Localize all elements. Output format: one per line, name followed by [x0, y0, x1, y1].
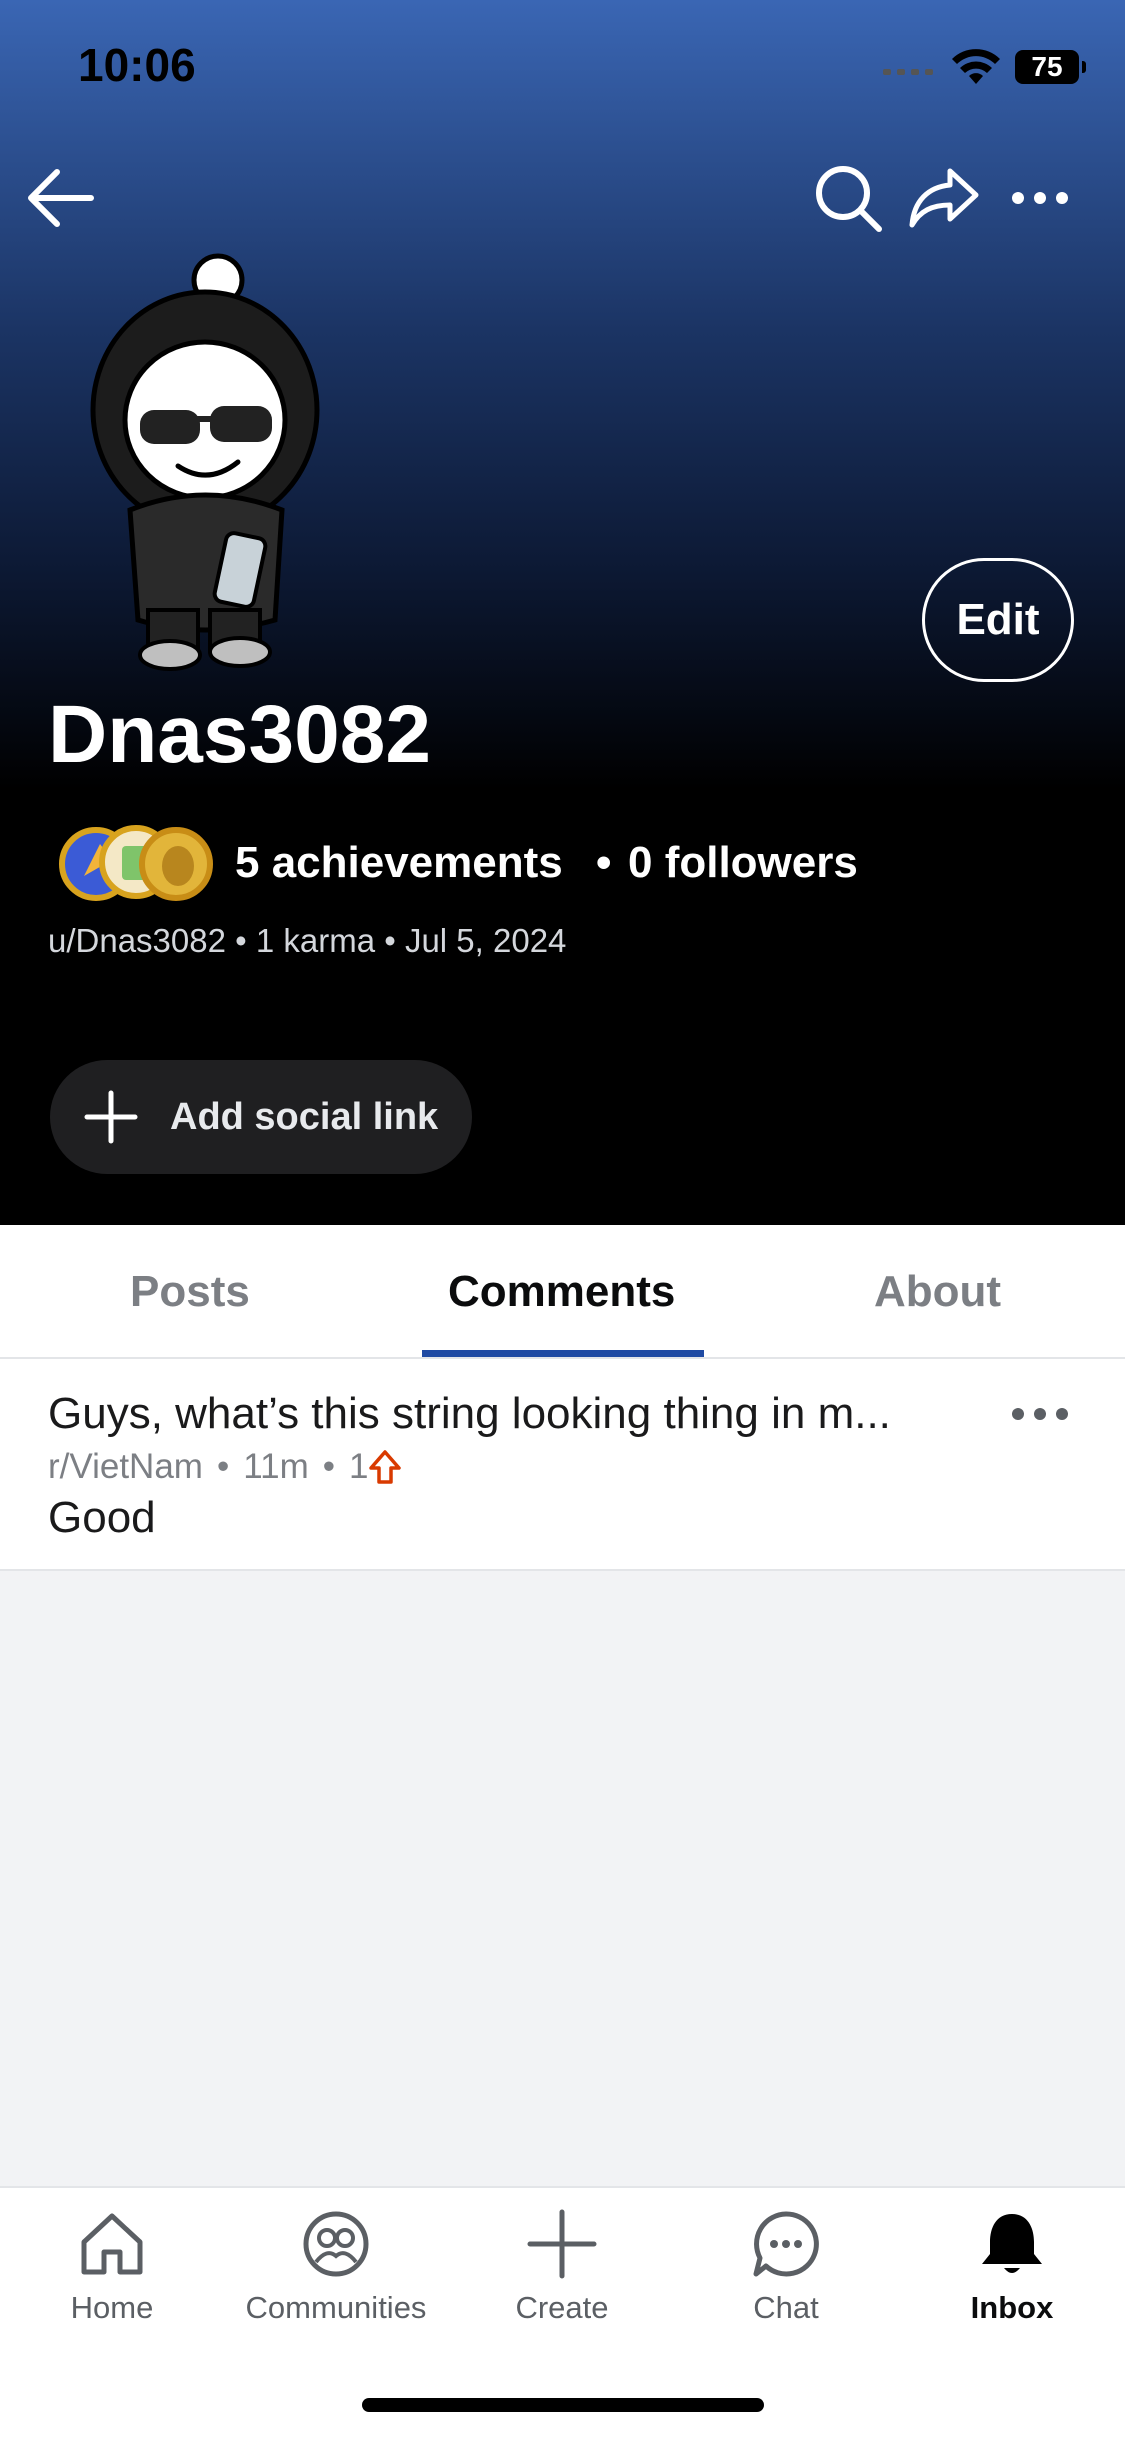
nav-home[interactable]: Home: [2, 2208, 222, 2326]
more-dots-icon: [1012, 192, 1068, 204]
nav-create-label: Create: [515, 2290, 609, 2325]
nav-inbox-label: Inbox: [970, 2290, 1054, 2325]
achievement-badges-icon[interactable]: [56, 822, 216, 902]
active-tab-indicator: [422, 1350, 704, 1357]
comment-age: 11m: [243, 1447, 309, 1486]
communities-icon: [303, 2211, 369, 2277]
back-arrow-icon: [28, 169, 94, 227]
add-social-link-button[interactable]: Add social link: [50, 1060, 472, 1174]
home-indicator: [362, 2398, 764, 2412]
wifi-icon: [952, 49, 1000, 84]
comment-post-title[interactable]: Guys, what’s this string looking thing i…: [48, 1389, 948, 1439]
back-button[interactable]: [22, 160, 98, 236]
comment-votes: 1: [349, 1447, 369, 1486]
profile-tabs: Posts Comments About: [0, 1225, 1125, 1359]
meta-separator: •: [322, 1447, 335, 1486]
nav-create[interactable]: Create: [452, 2208, 672, 2326]
chat-icon: [753, 2211, 819, 2277]
achievements-count[interactable]: 5 achievements: [235, 838, 563, 888]
profile-username: Dnas3082: [48, 689, 431, 780]
search-button[interactable]: [810, 160, 886, 236]
comment-more-icon[interactable]: [1010, 1399, 1070, 1429]
bell-icon: [982, 2214, 1042, 2273]
comment-subreddit[interactable]: r/VietNam: [48, 1447, 203, 1487]
share-button[interactable]: [906, 160, 982, 236]
meta-separator: •: [216, 1447, 230, 1486]
plus-icon: [84, 1090, 138, 1144]
status-time: 10:06: [78, 39, 196, 91]
share-icon: [909, 168, 979, 228]
upvote-icon: [369, 1450, 402, 1484]
status-indicators: 75: [881, 48, 1086, 86]
nav-chat-label: Chat: [753, 2290, 819, 2325]
more-options-button[interactable]: [1002, 160, 1078, 236]
comment-card[interactable]: Guys, what’s this string looking thing i…: [0, 1359, 1125, 1571]
nav-communities[interactable]: Communities: [226, 2208, 446, 2326]
avatar[interactable]: [70, 250, 340, 680]
nav-inbox[interactable]: Inbox: [902, 2208, 1122, 2326]
tab-posts[interactable]: Posts: [130, 1267, 250, 1317]
separator-dot: •: [596, 838, 612, 887]
add-social-link-label: Add social link: [170, 1095, 439, 1138]
tab-comments[interactable]: Comments: [448, 1267, 675, 1317]
edit-profile-button[interactable]: Edit: [922, 558, 1074, 682]
plus-icon: [527, 2209, 597, 2279]
search-icon: [816, 166, 882, 232]
nav-chat[interactable]: Chat: [676, 2208, 896, 2326]
nav-communities-label: Communities: [245, 2290, 427, 2325]
comment-meta: r/VietNam • 11m • 1: [48, 1447, 402, 1487]
profile-meta: u/Dnas3082 • 1 karma • Jul 5, 2024: [48, 922, 567, 959]
tab-about[interactable]: About: [874, 1267, 1001, 1317]
nav-home-label: Home: [70, 2290, 154, 2325]
home-icon: [81, 2213, 143, 2275]
battery-icon: 75: [1015, 50, 1086, 84]
signal-icon: [883, 69, 933, 75]
comment-body: Good: [48, 1493, 156, 1542]
followers-count[interactable]: 0 followers: [628, 838, 858, 888]
